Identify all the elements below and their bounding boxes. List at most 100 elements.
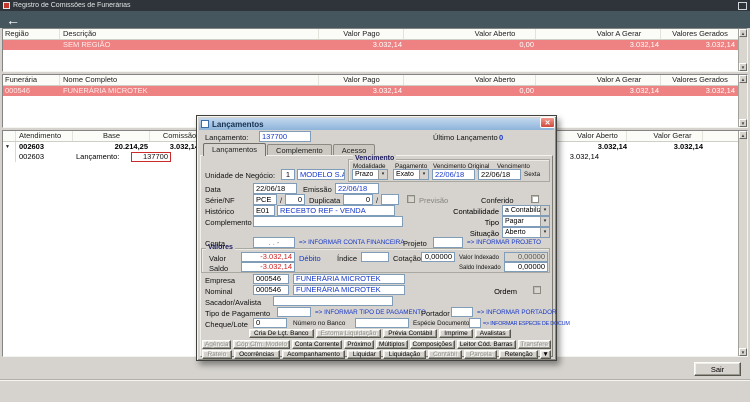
data-input[interactable]: 22/06/18 (253, 183, 297, 194)
unidade-code-input[interactable]: 1 (281, 169, 295, 180)
modalidade-value: Prazo (355, 171, 374, 178)
back-button[interactable]: ← (6, 13, 20, 27)
especie-documento-input[interactable] (469, 318, 481, 328)
cria-de-lct-banco-button[interactable]: Cria De Lçt. Banco (249, 329, 314, 338)
col-valor-aberto[interactable]: Valor Aberto (455, 29, 536, 39)
indice-input[interactable] (361, 252, 389, 262)
scroll-up-icon[interactable]: ▲ (739, 131, 747, 139)
cheque-lote-input[interactable]: 0 (253, 318, 287, 328)
sacador-avalista-input[interactable] (273, 296, 393, 306)
scroll-down-icon[interactable]: ▼ (739, 63, 747, 71)
ocorrencias-button[interactable]: Ocorrências (233, 350, 280, 359)
serie-input[interactable]: PCE (253, 194, 277, 205)
close-icon[interactable]: ✕ (540, 117, 555, 128)
col-valor-pago[interactable]: Valor Pago (320, 75, 404, 85)
scroll-up-icon[interactable]: ▲ (739, 29, 747, 37)
liquidacao-button[interactable]: Liquidação (383, 350, 426, 359)
serie-numero-input[interactable]: 0 (285, 194, 305, 205)
parcela-button: Parcela (464, 350, 498, 359)
funeraria-row[interactable]: 000546 FUNERÁRIA MICROTEK 3.032,14 0,00 … (3, 86, 747, 96)
funeraria-valor-a-gerar: 3.032,14 (629, 86, 659, 95)
liquidar-button[interactable]: Liquidar (347, 350, 382, 359)
unidade-nome-input[interactable]: MODELO S.A. (297, 169, 345, 180)
col-regiao[interactable]: Região (3, 29, 60, 39)
dialog-button-row-2: Agência Cóp Cfm. Modelo Conta Corrente P… (202, 340, 551, 349)
modalidade-select[interactable]: Prazo ▾ (352, 169, 388, 180)
ordem-checkbox[interactable] (533, 286, 541, 294)
col-descricao[interactable]: Descrição (61, 29, 319, 39)
emissao-input[interactable]: 22/06/18 (335, 183, 379, 194)
lancamentos-dialog: Lançamentos ✕ Lançamento: 137700 Último … (196, 115, 570, 361)
cotacao-input[interactable]: 0,00000 (421, 252, 455, 262)
scroll-up-icon[interactable]: ▲ (739, 75, 747, 83)
col-valor-pago[interactable]: Valor Pago (320, 29, 404, 39)
col-valor-a-gerar[interactable]: Valor A Gerar (578, 75, 661, 85)
composicoes-button[interactable]: Composições (409, 340, 455, 349)
col-valor-aberto[interactable]: Valor Aberto (569, 131, 627, 141)
imprime-button[interactable]: Imprime (439, 329, 473, 338)
atendimentos-scrollbar[interactable]: ▲ ▼ (738, 131, 747, 356)
tipo-pagamento-input[interactable] (277, 307, 311, 317)
empresa-code-input[interactable]: 000546 (253, 274, 289, 284)
col-atendimento[interactable]: Atendimento (17, 131, 73, 141)
projeto-input[interactable] (433, 237, 463, 248)
col-valores-gerados[interactable]: Valores Gerados (662, 75, 739, 85)
retencao-button[interactable]: Retenção (499, 350, 539, 359)
col-funeraria[interactable]: Funerária (3, 75, 60, 85)
avalistas-button[interactable]: Avalistas (474, 329, 511, 338)
duplicata-parcela-input[interactable] (381, 194, 399, 205)
lancamento-input[interactable]: 137700 (259, 131, 311, 142)
empresa-nome-input[interactable]: FUNERÁRIA MICROTEK (293, 274, 405, 284)
tipo-select[interactable]: Pagar ▾ (502, 216, 550, 227)
col-base[interactable]: Base (74, 131, 150, 141)
contabilidade-select[interactable]: a Contabilizar ▾ (502, 205, 550, 216)
numero-banco-input[interactable] (355, 318, 409, 328)
col-valores-gerados[interactable]: Valores Gerados (662, 29, 739, 39)
dialog-titlebar[interactable]: Lançamentos (199, 118, 554, 130)
group-marker-icon[interactable]: ▼ (5, 143, 10, 151)
scroll-down-icon[interactable]: ▼ (739, 119, 747, 127)
previsao-checkbox[interactable] (407, 195, 415, 203)
col-valor-aberto[interactable]: Valor Aberto (455, 75, 536, 85)
leitor-cod-barras-button[interactable]: Leitor Cód. Barras (456, 340, 516, 349)
region-row[interactable]: SEM REGIÃO 3.032,14 0,00 3.032,14 3.032,… (3, 40, 747, 50)
nominal-label: Nominal (205, 287, 233, 296)
col-valor-gerar[interactable]: Valor Gerar (643, 131, 703, 141)
situacao-select[interactable]: Aberto ▾ (502, 227, 550, 238)
portador-input[interactable] (451, 307, 473, 317)
maximize-icon[interactable] (738, 1, 747, 10)
empresa-label: Empresa (205, 276, 236, 285)
more-actions-button[interactable]: ▼ (540, 350, 552, 359)
conta-corrente-button[interactable]: Conta Corrente (291, 340, 343, 349)
regions-scrollbar[interactable]: ▲ ▼ (738, 29, 747, 71)
pagamento-select[interactable]: Exato ▾ (393, 169, 429, 180)
funeraria-valores-gerados: 3.032,14 (705, 86, 735, 95)
tab-lancamentos[interactable]: Lançamentos (203, 143, 267, 156)
sair-button[interactable]: Sair (694, 362, 741, 376)
region-valor-aberto: 0,00 (519, 40, 534, 49)
valor-input[interactable]: -3.032,14 (241, 252, 295, 262)
scroll-down-icon[interactable]: ▼ (739, 348, 747, 356)
previa-contabil-button[interactable]: Prévia Contábil (383, 329, 438, 338)
proximo-button[interactable]: Próximo (344, 340, 374, 349)
atendimento-valor-aberto: 3.032,14 (597, 142, 627, 151)
vencimento-original-input[interactable]: 22/06/18 (432, 169, 475, 180)
conferido-checkbox[interactable] (531, 195, 539, 203)
col-valor-a-gerar[interactable]: Valor A Gerar (578, 29, 661, 39)
multiplos-button[interactable]: Múltiplos (376, 340, 408, 349)
unidade-label: Unidade de Negócio: (205, 171, 276, 180)
acompanhamento-button[interactable]: Acompanhamento (281, 350, 346, 359)
historico-code-input[interactable]: E01 (253, 205, 275, 216)
historico-desc-input[interactable]: RECEBTO REF - VENDA (277, 205, 395, 216)
funerarias-scrollbar[interactable]: ▲ ▼ (738, 75, 747, 127)
complemento-input[interactable] (253, 216, 403, 227)
emissao-label: Emissão (303, 185, 332, 194)
lancamento-numero-destacado[interactable]: 137700 (131, 152, 171, 162)
conferido-label: Conferido (481, 196, 514, 205)
duplicata-input[interactable]: 0 (343, 194, 373, 205)
col-nome-completo[interactable]: Nome Completo (61, 75, 319, 85)
vencimento-input[interactable]: 22/06/18 (478, 169, 521, 180)
nominal-code-input[interactable]: 000546 (253, 285, 289, 295)
nominal-nome-input[interactable]: FUNERÁRIA MICROTEK (293, 285, 405, 295)
conta-input[interactable]: . . - (253, 237, 295, 248)
